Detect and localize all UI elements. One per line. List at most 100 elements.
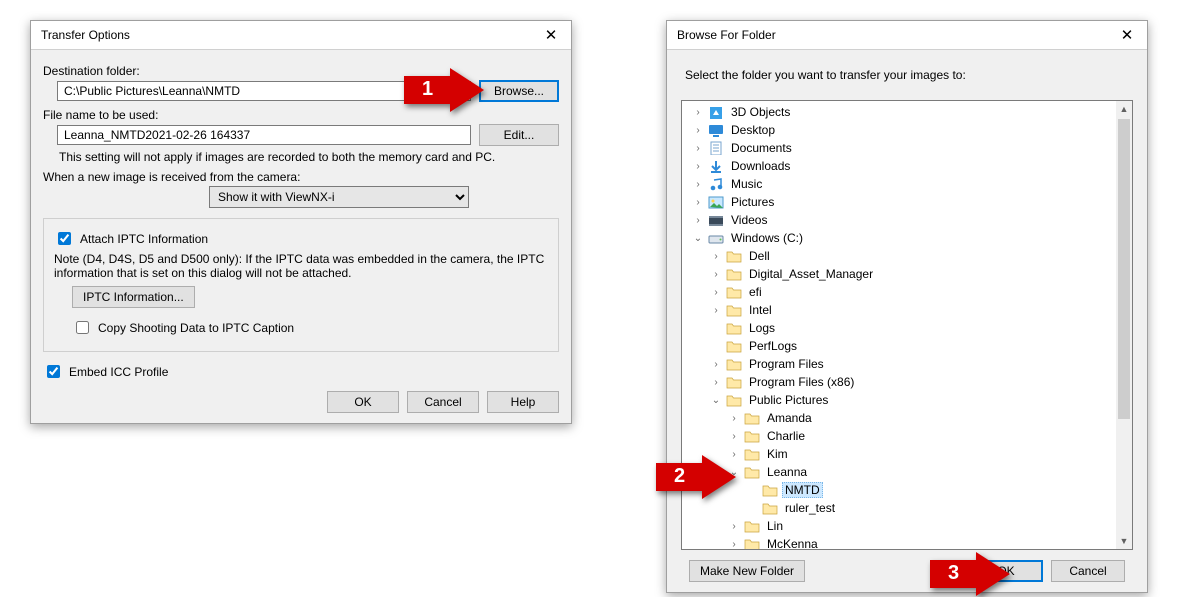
tree-node[interactable]: › Kim bbox=[686, 445, 1132, 463]
chevron-right-icon[interactable]: › bbox=[728, 449, 740, 460]
folder-icon bbox=[744, 537, 760, 550]
tree-node[interactable]: › Amanda bbox=[686, 409, 1132, 427]
tree-node-label: Logs bbox=[746, 321, 778, 335]
copy-shooting-input[interactable] bbox=[76, 321, 89, 334]
folder-icon bbox=[726, 393, 742, 407]
tree-node[interactable]: Logs bbox=[686, 319, 1132, 337]
chevron-right-icon[interactable]: › bbox=[728, 539, 740, 550]
chevron-right-icon[interactable]: › bbox=[692, 197, 704, 208]
tree-node[interactable]: ⌄Leanna bbox=[686, 463, 1132, 481]
tree-node[interactable]: ›Music bbox=[686, 175, 1132, 193]
chevron-right-icon[interactable]: › bbox=[728, 521, 740, 532]
scroll-thumb[interactable] bbox=[1118, 119, 1130, 419]
browse-button[interactable]: Browse... bbox=[479, 80, 559, 102]
folder-tree[interactable]: ›3D Objects›Desktop›Documents›Downloads›… bbox=[681, 100, 1133, 550]
tree-node-label: 3D Objects bbox=[728, 105, 793, 119]
close-icon[interactable]: ✕ bbox=[531, 21, 571, 49]
tree-node[interactable]: ⌄Windows (C:) bbox=[686, 229, 1132, 247]
tree-node-label: Intel bbox=[746, 303, 775, 317]
embed-icc-checkbox[interactable]: Embed ICC Profile bbox=[43, 362, 559, 381]
chevron-right-icon[interactable]: › bbox=[710, 269, 722, 280]
tree-node-label: Videos bbox=[728, 213, 770, 227]
pic-icon bbox=[708, 195, 724, 209]
chevron-right-icon[interactable]: › bbox=[692, 215, 704, 226]
tree-node-label: Desktop bbox=[728, 123, 778, 137]
chevron-right-icon[interactable]: › bbox=[692, 179, 704, 190]
iptc-info-button[interactable]: IPTC Information... bbox=[72, 286, 195, 308]
chevron-right-icon[interactable]: › bbox=[692, 107, 704, 118]
embed-icc-input[interactable] bbox=[47, 365, 60, 378]
chevron-down-icon[interactable]: ⌄ bbox=[728, 467, 740, 478]
folder-icon bbox=[726, 267, 742, 281]
scroll-down-icon[interactable]: ▼ bbox=[1116, 533, 1132, 549]
scrollbar[interactable]: ▲ ▼ bbox=[1116, 101, 1132, 549]
tree-node[interactable]: ›Pictures bbox=[686, 193, 1132, 211]
chevron-right-icon[interactable]: › bbox=[692, 125, 704, 136]
down-icon bbox=[708, 159, 724, 173]
tree-node-label: Program Files bbox=[746, 357, 827, 371]
chevron-right-icon[interactable]: › bbox=[728, 431, 740, 442]
destination-folder-input[interactable] bbox=[57, 81, 471, 101]
ok-button[interactable]: OK bbox=[327, 391, 399, 413]
doc-icon bbox=[708, 141, 724, 155]
tree-node-label: ruler_test bbox=[782, 501, 838, 515]
tree-node[interactable]: PerfLogs bbox=[686, 337, 1132, 355]
folder-icon bbox=[762, 483, 778, 497]
chevron-right-icon[interactable]: › bbox=[710, 287, 722, 298]
cancel-button[interactable]: Cancel bbox=[407, 391, 479, 413]
tree-node[interactable]: › Desktop bbox=[686, 121, 1132, 139]
tree-node[interactable]: › 3D Objects bbox=[686, 103, 1132, 121]
chevron-right-icon[interactable]: › bbox=[692, 161, 704, 172]
chevron-right-icon[interactable]: › bbox=[710, 359, 722, 370]
tree-node-label: McKenna bbox=[764, 537, 821, 550]
ok-button[interactable]: OK bbox=[969, 560, 1043, 582]
tree-node[interactable]: ›Downloads bbox=[686, 157, 1132, 175]
tree-node[interactable]: › Intel bbox=[686, 301, 1132, 319]
tree-node[interactable]: › Program Files bbox=[686, 355, 1132, 373]
cancel-button[interactable]: Cancel bbox=[1051, 560, 1125, 582]
chevron-right-icon[interactable]: › bbox=[710, 377, 722, 388]
tree-node[interactable]: › Videos bbox=[686, 211, 1132, 229]
tree-node[interactable]: › Digital_Asset_Manager bbox=[686, 265, 1132, 283]
tree-node[interactable]: ⌄Public Pictures bbox=[686, 391, 1132, 409]
3d-icon bbox=[708, 105, 724, 119]
attach-iptc-checkbox[interactable]: Attach IPTC Information bbox=[54, 229, 548, 248]
tree-node[interactable]: › Program Files (x86) bbox=[686, 373, 1132, 391]
tree-node-label: Digital_Asset_Manager bbox=[746, 267, 876, 281]
close-icon[interactable]: ✕ bbox=[1107, 21, 1147, 49]
chevron-right-icon[interactable]: › bbox=[692, 143, 704, 154]
folder-icon bbox=[726, 357, 742, 371]
filename-label: File name to be used: bbox=[43, 108, 559, 122]
scroll-up-icon[interactable]: ▲ bbox=[1116, 101, 1132, 117]
new-image-label: When a new image is received from the ca… bbox=[43, 170, 559, 184]
attach-iptc-input[interactable] bbox=[58, 232, 71, 245]
tree-node-label: Program Files (x86) bbox=[746, 375, 857, 389]
chevron-right-icon[interactable]: › bbox=[710, 251, 722, 262]
chevron-right-icon[interactable]: › bbox=[710, 305, 722, 316]
help-button[interactable]: Help bbox=[487, 391, 559, 413]
tree-node[interactable]: ›Charlie bbox=[686, 427, 1132, 445]
copy-shooting-checkbox[interactable]: Copy Shooting Data to IPTC Caption bbox=[72, 318, 548, 337]
iptc-groupbox: Attach IPTC Information Note (D4, D4S, D… bbox=[43, 218, 559, 352]
window-title: Transfer Options bbox=[41, 28, 531, 42]
chevron-down-icon[interactable]: ⌄ bbox=[692, 233, 704, 244]
tree-node[interactable]: ›Lin bbox=[686, 517, 1132, 535]
tree-node[interactable]: › McKenna bbox=[686, 535, 1132, 550]
tree-node-label: Amanda bbox=[764, 411, 815, 425]
tree-node-label: Kim bbox=[764, 447, 791, 461]
tree-node-label: PerfLogs bbox=[746, 339, 800, 353]
tree-node[interactable]: ruler_test bbox=[686, 499, 1132, 517]
tree-node[interactable]: › Dell bbox=[686, 247, 1132, 265]
filename-input[interactable] bbox=[57, 125, 471, 145]
tree-node-label: Dell bbox=[746, 249, 773, 263]
edit-button[interactable]: Edit... bbox=[479, 124, 559, 146]
tree-node[interactable]: ›efi bbox=[686, 283, 1132, 301]
new-image-select[interactable]: Show it with ViewNX-i bbox=[209, 186, 469, 208]
chevron-down-icon[interactable]: ⌄ bbox=[710, 395, 722, 406]
make-new-folder-button[interactable]: Make New Folder bbox=[689, 560, 805, 582]
window-title: Browse For Folder bbox=[677, 28, 1107, 42]
tree-node[interactable]: ›Documents bbox=[686, 139, 1132, 157]
chevron-right-icon[interactable]: › bbox=[728, 413, 740, 424]
folder-icon bbox=[744, 465, 760, 479]
tree-node[interactable]: NMTD bbox=[686, 481, 1132, 499]
